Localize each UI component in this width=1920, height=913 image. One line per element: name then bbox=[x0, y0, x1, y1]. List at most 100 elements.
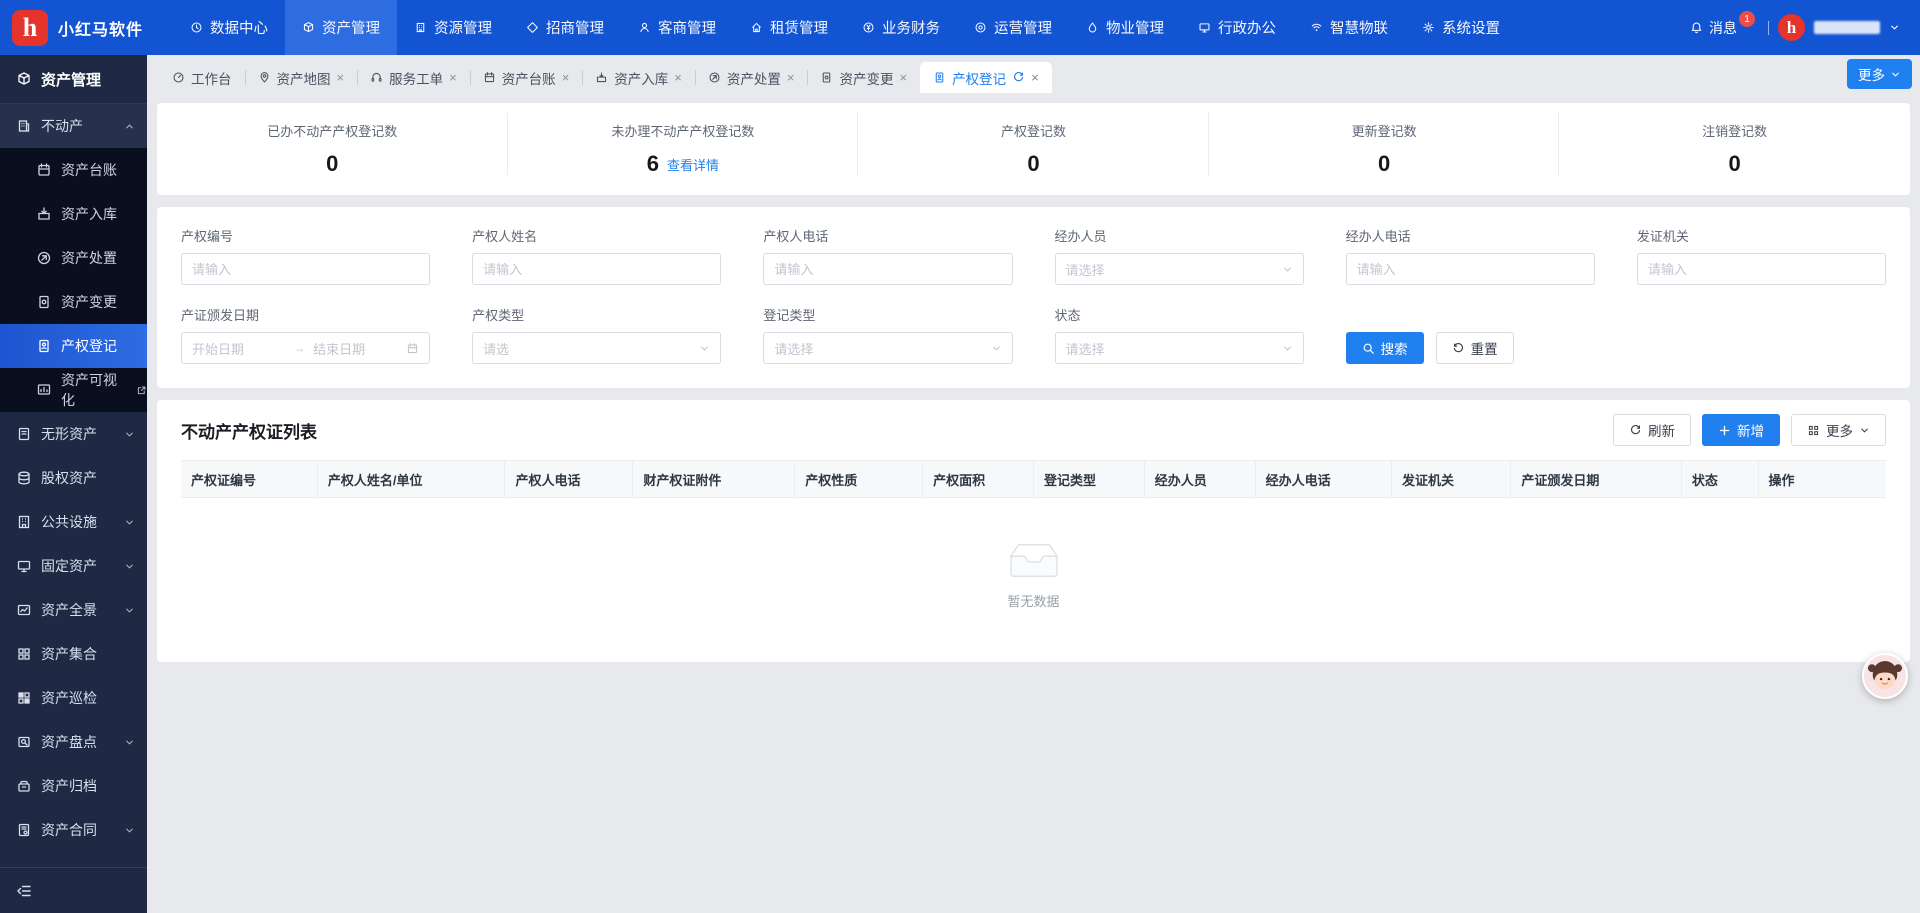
divider bbox=[1768, 21, 1769, 35]
empty-state: 暂无数据 bbox=[181, 498, 1886, 648]
wifi-icon bbox=[1310, 21, 1323, 34]
topnav-item-business-finance[interactable]: 业务财务 bbox=[845, 0, 957, 55]
user-avatar[interactable]: h bbox=[1778, 14, 1805, 41]
close-icon[interactable]: × bbox=[1031, 71, 1039, 84]
messages-label: 消息 bbox=[1709, 18, 1737, 38]
collapse-sidebar-icon[interactable] bbox=[16, 883, 32, 899]
list-more-button[interactable]: 更多 bbox=[1791, 414, 1886, 446]
topnav-label: 资源管理 bbox=[434, 17, 492, 38]
topnav-item-property-management[interactable]: 物业管理 bbox=[1069, 0, 1181, 55]
sidebar-item-label: 资产合同 bbox=[41, 820, 97, 840]
reset-button[interactable]: 重置 bbox=[1436, 332, 1514, 364]
sidebar-item-asset-archive[interactable]: 资产归档 bbox=[0, 764, 147, 808]
close-icon[interactable]: × bbox=[899, 71, 907, 84]
assistant-avatar[interactable] bbox=[1862, 653, 1908, 699]
tab-workbench[interactable]: 工作台 bbox=[159, 62, 245, 93]
filter-owner-phone: 产权人电话 bbox=[763, 226, 1012, 285]
refresh-icon[interactable] bbox=[1012, 71, 1025, 84]
filter-property-type: 产权类型 请选 bbox=[472, 305, 721, 364]
stats-card: 已办不动产产权登记数 0 未办理不动产产权登记数 6 查看详情 产权登记数 0 … bbox=[157, 103, 1910, 195]
property-type-select[interactable]: 请选 bbox=[472, 332, 721, 364]
owner-phone-input[interactable] bbox=[763, 253, 1012, 285]
close-icon[interactable]: × bbox=[674, 71, 682, 84]
target-icon bbox=[974, 21, 987, 34]
tabs-more-button[interactable]: 更多 bbox=[1847, 59, 1912, 89]
top-menu: 数据中心 资产管理 资源管理 招商管理 客商管理 租赁管理 业务财务 运营管理 bbox=[173, 0, 1517, 55]
grid-icon bbox=[16, 646, 32, 662]
topnav-item-data-center[interactable]: 数据中心 bbox=[173, 0, 285, 55]
sidebar-item-asset-inbound[interactable]: 资产入库 bbox=[0, 192, 147, 236]
sidebar-item-asset-change[interactable]: 资产变更 bbox=[0, 280, 147, 324]
sidebar-item-asset-ledger[interactable]: 资产台账 bbox=[0, 148, 147, 192]
chevron-down-icon[interactable] bbox=[1889, 22, 1900, 33]
column-header: 操作 bbox=[1758, 461, 1886, 498]
select-placeholder: 请选 bbox=[483, 339, 699, 358]
topnav-item-resource-management[interactable]: 资源管理 bbox=[397, 0, 509, 55]
chevron-down-icon bbox=[124, 517, 135, 528]
tab-asset-map[interactable]: 资产地图 × bbox=[245, 62, 358, 93]
view-details-link[interactable]: 查看详情 bbox=[667, 155, 719, 174]
property-number-input[interactable] bbox=[181, 253, 430, 285]
topnav-item-operations-management[interactable]: 运营管理 bbox=[957, 0, 1069, 55]
sidebar-item-label: 产权登记 bbox=[61, 336, 117, 356]
topnav-label: 物业管理 bbox=[1106, 17, 1164, 38]
sidebar-item-label: 固定资产 bbox=[41, 556, 97, 576]
messages-button[interactable]: 消息 1 bbox=[1690, 18, 1759, 38]
sidebar-item-asset-visualization[interactable]: 资产可视化 bbox=[0, 368, 147, 412]
refresh-button-label: 刷新 bbox=[1648, 420, 1675, 440]
filter-label: 产权编号 bbox=[181, 226, 430, 245]
status-select[interactable]: 请选择 bbox=[1055, 332, 1304, 364]
topnav-item-asset-management[interactable]: 资产管理 bbox=[285, 0, 397, 55]
refresh-button[interactable]: 刷新 bbox=[1613, 414, 1691, 446]
close-icon[interactable]: × bbox=[562, 71, 570, 84]
tab-asset-ledger[interactable]: 资产台账 × bbox=[470, 62, 583, 93]
topnav-label: 数据中心 bbox=[210, 17, 268, 38]
close-icon[interactable]: × bbox=[337, 71, 345, 84]
topnav-item-leasing-management[interactable]: 租赁管理 bbox=[733, 0, 845, 55]
stat-registered: 已办不动产产权登记数 0 bbox=[157, 121, 508, 177]
sidebar-item-label: 不动产 bbox=[41, 116, 83, 136]
tab-label: 资产入库 bbox=[614, 68, 668, 88]
sidebar-item-asset-contract[interactable]: 资产合同 bbox=[0, 808, 147, 852]
search-button[interactable]: 搜索 bbox=[1346, 332, 1424, 364]
certificate-icon bbox=[933, 71, 946, 84]
tab-asset-inbound[interactable]: 资产入库 × bbox=[582, 62, 695, 93]
tab-property-registration[interactable]: 产权登记 × bbox=[920, 62, 1052, 93]
filter-label: 产证颁发日期 bbox=[181, 305, 430, 324]
close-icon[interactable]: × bbox=[449, 71, 457, 84]
close-icon[interactable]: × bbox=[787, 71, 795, 84]
topnav-item-investment-management[interactable]: 招商管理 bbox=[509, 0, 621, 55]
topnav-item-smart-iot[interactable]: 智慧物联 bbox=[1293, 0, 1405, 55]
issuing-authority-input[interactable] bbox=[1637, 253, 1886, 285]
sidebar-item-asset-collection[interactable]: 资产集合 bbox=[0, 632, 147, 676]
add-button[interactable]: 新增 bbox=[1702, 414, 1780, 446]
sidebar-item-public-facilities[interactable]: 公共设施 bbox=[0, 500, 147, 544]
select-placeholder: 请选择 bbox=[1066, 339, 1282, 358]
handler-phone-input[interactable] bbox=[1346, 253, 1595, 285]
sidebar-item-real-estate[interactable]: 不动产 bbox=[0, 104, 147, 148]
sidebar-item-property-registration[interactable]: 产权登记 bbox=[0, 324, 147, 368]
tab-service-order[interactable]: 服务工单 × bbox=[357, 62, 470, 93]
tab-asset-disposal[interactable]: 资产处置 × bbox=[695, 62, 808, 93]
topnav-item-system-settings[interactable]: 系统设置 bbox=[1405, 0, 1517, 55]
sidebar-item-asset-panorama[interactable]: 资产全景 bbox=[0, 588, 147, 632]
issue-date-range-picker[interactable]: 开始日期 → 结束日期 bbox=[181, 332, 430, 364]
sidebar-item-equity-assets[interactable]: 股权资产 bbox=[0, 456, 147, 500]
sidebar-item-asset-inspection[interactable]: 资产巡检 bbox=[0, 676, 147, 720]
column-header: 产权人电话 bbox=[505, 461, 633, 498]
owner-name-input[interactable] bbox=[472, 253, 721, 285]
stat-value: 0 bbox=[326, 151, 338, 177]
topnav-item-admin-office[interactable]: 行政办公 bbox=[1181, 0, 1293, 55]
sidebar-item-intangible-assets[interactable]: 无形资产 bbox=[0, 412, 147, 456]
coin-icon bbox=[862, 21, 875, 34]
certificate-icon bbox=[36, 338, 52, 354]
cube-icon bbox=[302, 21, 315, 34]
topnav-item-merchant-management[interactable]: 客商管理 bbox=[621, 0, 733, 55]
registration-type-select[interactable]: 请选择 bbox=[763, 332, 1012, 364]
sidebar-item-asset-disposal[interactable]: 资产处置 bbox=[0, 236, 147, 280]
sidebar-item-label: 资产巡检 bbox=[41, 688, 97, 708]
tab-asset-change[interactable]: 资产变更 × bbox=[807, 62, 920, 93]
handler-select[interactable]: 请选择 bbox=[1055, 253, 1304, 285]
sidebar-item-fixed-assets[interactable]: 固定资产 bbox=[0, 544, 147, 588]
sidebar-item-asset-inventory[interactable]: 资产盘点 bbox=[0, 720, 147, 764]
